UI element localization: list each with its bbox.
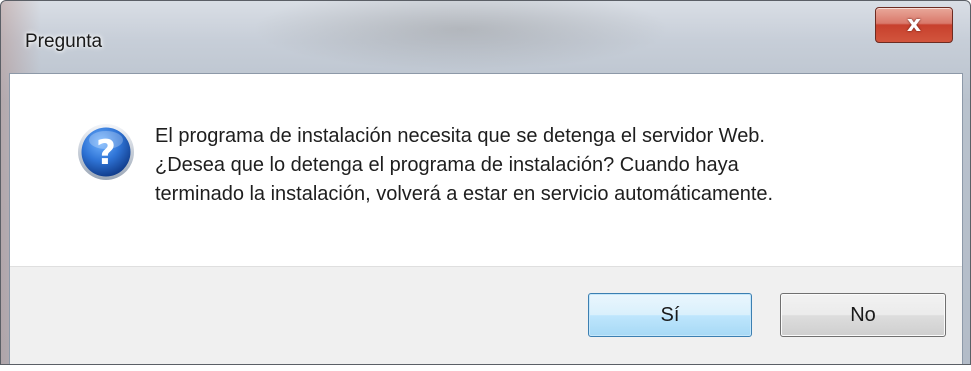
- message-line: terminado la instalación, volverá a esta…: [155, 183, 774, 205]
- message-text: El programa de instalación necesita que …: [155, 122, 945, 209]
- dialog-window: Pregunta x ? El programa de instalación …: [0, 0, 971, 365]
- button-bar: Sí No: [10, 266, 962, 364]
- svg-text:?: ?: [96, 133, 116, 173]
- window-title: Pregunta: [25, 31, 103, 52]
- message-line: ¿Desea que lo detenga el programa de ins…: [155, 154, 739, 176]
- message-line: El programa de instalación necesita que …: [155, 125, 765, 147]
- message-area: ? El programa de instalación necesita qu…: [10, 74, 962, 266]
- close-button[interactable]: x: [875, 7, 953, 43]
- no-button[interactable]: No: [780, 293, 946, 337]
- dialog-client-area: ? El programa de instalación necesita qu…: [9, 73, 963, 364]
- close-icon: x: [906, 12, 922, 37]
- question-icon: ?: [78, 124, 134, 180]
- titlebar[interactable]: Pregunta x: [1, 1, 970, 73]
- yes-button[interactable]: Sí: [588, 293, 752, 337]
